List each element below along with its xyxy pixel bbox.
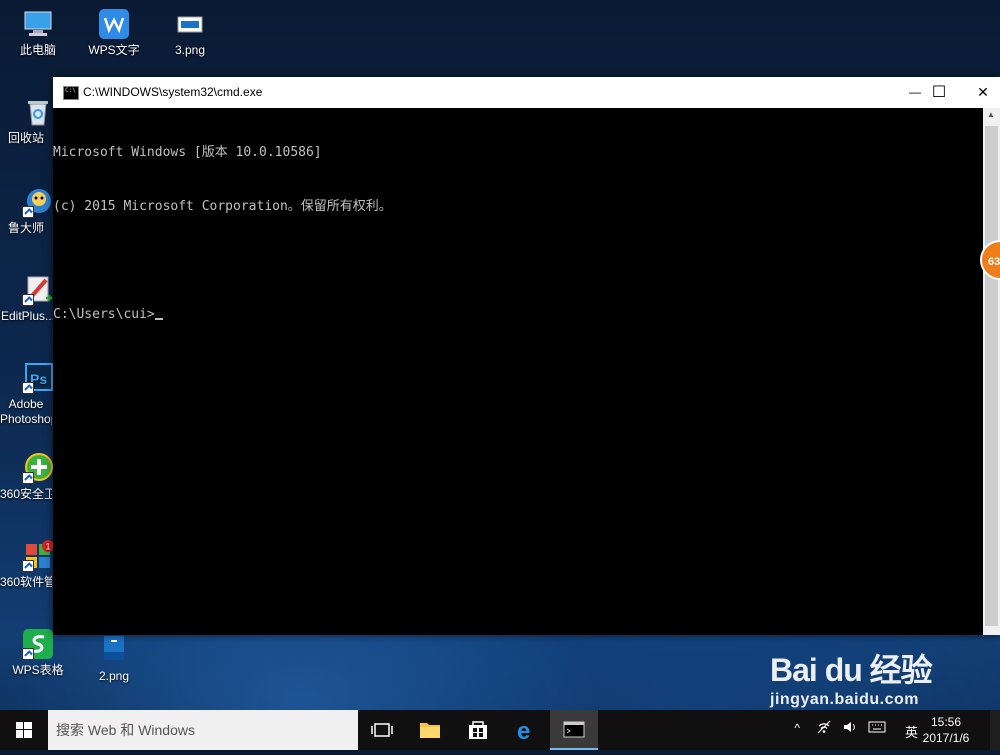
desktop-icon-2-png[interactable]: 2.png [76, 634, 152, 684]
scrollbar-thumb[interactable] [985, 126, 998, 626]
360-safe-icon [22, 452, 54, 484]
shortcut-arrow-icon [22, 294, 34, 306]
windows-logo-icon [16, 722, 32, 738]
shortcut-arrow-icon [22, 472, 34, 484]
volume-icon[interactable] [842, 719, 858, 738]
desktop-icon-label: WPS文字 [88, 43, 140, 57]
taskbar: 搜索 Web 和 Windows e ^ 英 15:56 2017/1/6 [0, 710, 1000, 750]
system-tray: ^ 英 15:56 2017/1/6 [780, 710, 1000, 750]
edge-browser-icon: e [517, 718, 530, 745]
close-button[interactable]: ✕ [960, 77, 1000, 108]
baidu-jingyan-watermark: Bai du 经验 jingyan.baidu.com [770, 645, 933, 709]
console-line: (c) 2015 Microsoft Corporation。保留所有权利。 [53, 199, 392, 214]
cmd-window[interactable]: C:\WINDOWS\system32\cmd.exe — ☐ ✕ Micros… [53, 77, 1000, 635]
network-wifi-icon[interactable] [816, 719, 832, 738]
recycle-bin-icon [22, 96, 54, 128]
task-view-button[interactable] [358, 710, 406, 750]
shortcut-arrow-icon [22, 382, 34, 394]
text-cursor [154, 318, 163, 320]
desktop-icon-label: 回收站 [7, 131, 44, 145]
image-file-icon [174, 8, 206, 40]
360-software-manager-icon: 1 [22, 540, 54, 572]
keyboard-icon[interactable] [868, 720, 886, 737]
maximize-button[interactable]: ☐ [916, 77, 962, 108]
file-explorer-button[interactable] [406, 710, 454, 750]
prompt-line: C:\Users\cui> [53, 306, 983, 324]
desktop-icon-this-pc[interactable]: 此电脑 [0, 8, 76, 58]
window-title: C:\WINDOWS\system32\cmd.exe [83, 85, 263, 99]
console-line: Microsoft Windows [版本 10.0.10586] [53, 145, 322, 160]
watermark-logo: Bai du 经验 [770, 652, 933, 688]
desktop-icon-label: 360安全卫士 [0, 487, 52, 501]
task-view-icon [371, 723, 393, 737]
shortcut-arrow-icon [22, 560, 34, 572]
desktop-icon-wps-sheet[interactable]: WPS表格 [0, 628, 76, 678]
scroll-up-arrow-icon[interactable]: ▲ [987, 110, 995, 119]
desktop-icon-wps-writer[interactable]: WPS文字 [76, 8, 152, 58]
shortcut-arrow-icon [22, 206, 34, 218]
ludashi-icon [22, 186, 54, 218]
clock[interactable]: 15:56 2017/1/6 [916, 714, 976, 746]
start-button[interactable] [0, 710, 48, 750]
title-bar[interactable]: C:\WINDOWS\system32\cmd.exe — ☐ ✕ [53, 77, 1000, 108]
editplus-icon [22, 274, 54, 306]
console-icon [63, 86, 79, 100]
desktop-icon-label: 2.png [98, 669, 130, 683]
desktop-icon-label: EditPlus... [0, 309, 56, 323]
cmd-taskbar-button[interactable] [550, 710, 598, 750]
clock-date: 2017/1/6 [922, 731, 970, 745]
desktop-icon-label: Adobe Photoshop [0, 397, 52, 426]
photoshop-icon: Ps [22, 362, 54, 394]
desktop-icon-label: 此电脑 [19, 43, 56, 57]
taskbar-search-box[interactable]: 搜索 Web 和 Windows [48, 710, 358, 750]
svg-text:1: 1 [46, 542, 51, 552]
image-file-icon [98, 634, 130, 666]
store-bag-icon [469, 721, 487, 739]
edge-button[interactable]: e [502, 710, 550, 750]
desktop-icon-label: WPS表格 [12, 663, 64, 677]
command-prompt: C:\Users\cui> [53, 307, 155, 322]
desktop-icon-label: 3.png [174, 43, 206, 57]
desktop-icon-3-png[interactable]: 3.png [152, 8, 228, 58]
store-button[interactable] [454, 710, 502, 750]
wps-spreadsheet-icon [22, 628, 54, 660]
wps-writer-icon [98, 8, 130, 40]
console-output[interactable]: Microsoft Windows [版本 10.0.10586] (c) 20… [53, 108, 983, 635]
desktop-icon-label: 鲁大师 [7, 221, 44, 235]
show-desktop-button[interactable] [990, 710, 1000, 750]
clock-time: 15:56 [930, 715, 962, 729]
watermark-url: jingyan.baidu.com [770, 691, 919, 708]
folder-icon [420, 723, 440, 738]
desktop-icon-label: 360软件管家 [0, 575, 52, 589]
vertical-scrollbar[interactable]: ▲ [983, 108, 1000, 635]
svg-text:e: e [517, 718, 530, 745]
computer-icon [22, 8, 54, 40]
show-hidden-icons-chevron-icon[interactable]: ^ [794, 721, 800, 735]
shortcut-arrow-icon [22, 648, 34, 660]
console-icon [563, 721, 585, 738]
